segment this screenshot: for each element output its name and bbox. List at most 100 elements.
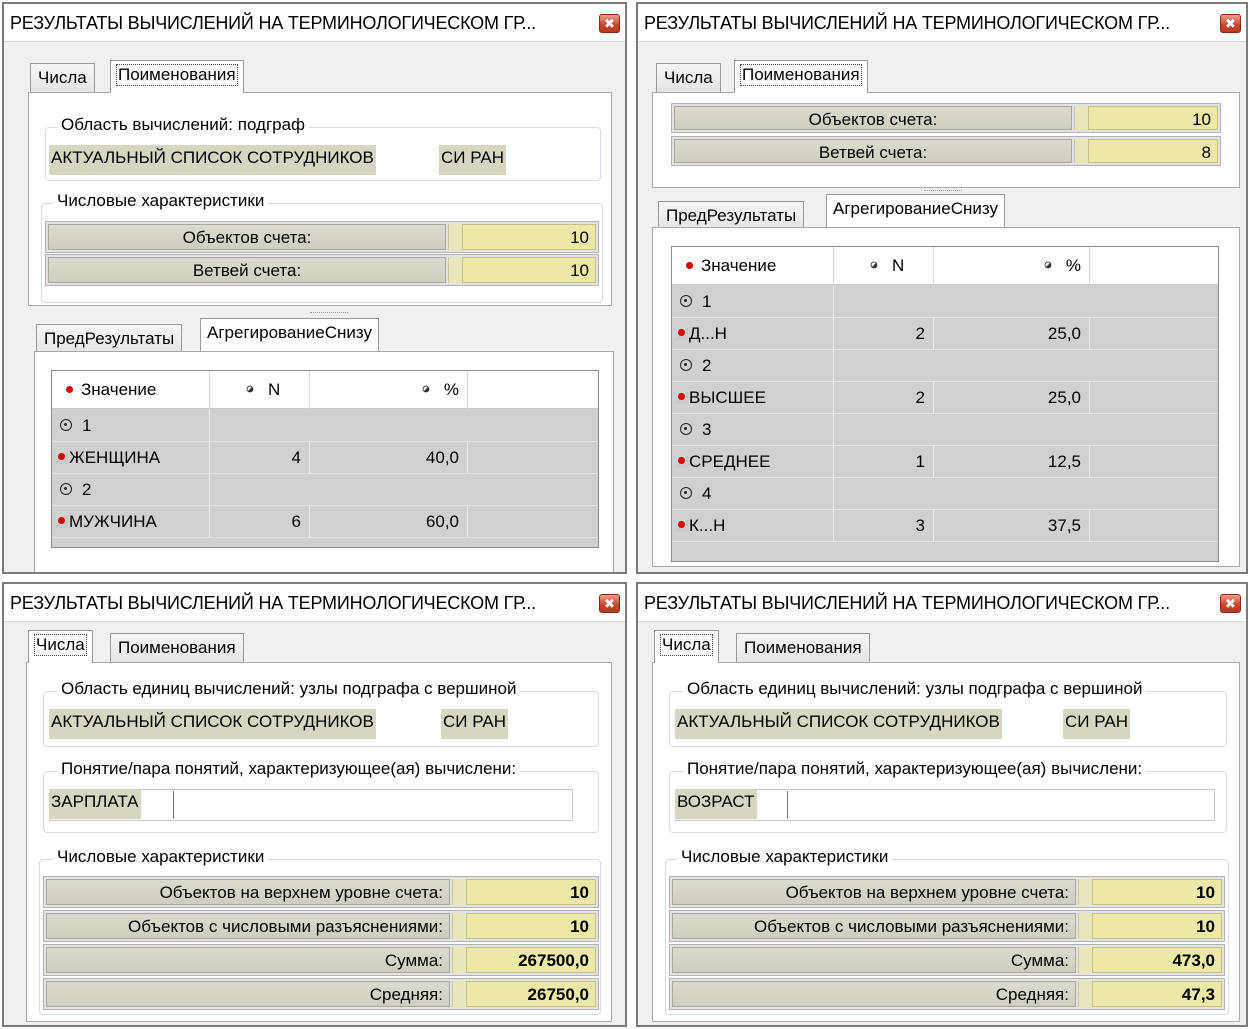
stat-row: Объектов на верхнем уровне счета: 10 [669,876,1225,908]
aggregation-panel: Значение N % 1 ЖЕНЩИНА 4 40,0 2 МУЖЧИНА … [34,351,614,572]
title-bar[interactable]: РЕЗУЛЬТАТЫ ВЫЧИСЛЕНИЙ НА ТЕРМИНОЛОГИЧЕСК… [4,4,625,42]
aggregation-grid[interactable]: Значение N % 1 Д...Н 2 25,0 2 ВЫСШЕЕ 2 2… [671,246,1219,562]
stat-gap [1074,106,1088,130]
col-n-header[interactable]: N [834,247,934,285]
pct-cell: 60,0 [310,506,468,538]
stat-label: Объектов на верхнем уровне счета: [46,879,450,905]
names-panel: Объектов счета: 10 Ветвей счета: 8 [652,92,1240,188]
close-button[interactable]: ✖ [1220,14,1241,33]
tab-numbers[interactable]: Числа [28,630,93,663]
table-row[interactable]: ЖЕНЩИНА 4 40,0 [52,442,598,474]
stat-gap [1078,913,1092,939]
n-cell: 2 [834,382,934,414]
group-row[interactable]: 2 [52,474,598,506]
stat-label: Сумма: [46,947,450,973]
table-row[interactable]: ВЫСШЕЕ 2 25,0 [672,382,1218,414]
tab-names[interactable]: Поименования [736,633,870,663]
numbers-panel: Область единиц вычислений: узлы подграфа… [652,662,1240,1022]
stat-row: Средняя: 26750,0 [43,978,599,1010]
tab-numbers[interactable]: Числа [30,63,95,93]
tab-aggregation[interactable]: АгрегированиеСнизу [200,318,379,351]
stat-label: Средняя: [46,981,450,1007]
stat-row: Средняя: 47,3 [669,978,1225,1010]
item-icon [54,514,68,529]
group-row[interactable]: 3 [672,414,1218,446]
close-icon: ✖ [1225,596,1236,611]
stat-value: 267500,0 [466,947,596,973]
stat-row: Объектов счета: 10 [45,221,599,253]
grid-header: Значение N % [672,247,1218,285]
stat-value: 10 [466,913,596,939]
tab-names[interactable]: Поименования [734,60,868,93]
col-value-header[interactable]: Значение [672,247,834,285]
stat-gap [1078,981,1092,1007]
n-cell: 3 [834,510,934,542]
stat-label: Ветвей счета: [674,139,1072,163]
group-row[interactable]: 4 [672,478,1218,510]
col-pct-header[interactable]: % [310,371,468,409]
group-row[interactable]: 1 [52,410,598,442]
sort-icon [246,385,254,393]
area-name-field: АКТУАЛЬНЫЙ СПИСОК СОТРУДНИКОВ [49,145,376,175]
area-legend: Область вычислений: подграф [57,115,310,135]
stat-label: Средняя: [672,981,1076,1007]
col-n-header[interactable]: N [210,371,310,409]
title-bar[interactable]: РЕЗУЛЬТАТЫ ВЫЧИСЛЕНИЙ НА ТЕРМИНОЛОГИЧЕСК… [638,4,1246,42]
title-bar[interactable]: РЕЗУЛЬТАТЫ ВЫЧИСЛЕНИЙ НА ТЕРМИНОЛОГИЧЕСК… [638,584,1246,622]
tab-names[interactable]: Поименования [110,633,244,663]
table-row[interactable]: Д...Н 2 25,0 [672,318,1218,350]
title-bar[interactable]: РЕЗУЛЬТАТЫ ВЫЧИСЛЕНИЙ НА ТЕРМИНОЛОГИЧЕСК… [4,584,625,622]
marker-icon [66,385,73,393]
group-row[interactable]: 2 [672,350,1218,382]
sort-icon [1044,261,1052,269]
aggregation-grid[interactable]: Значение N % 1 ЖЕНЩИНА 4 40,0 2 МУЖЧИНА … [51,370,599,548]
tab-numbers[interactable]: Числа [654,630,719,663]
stat-value: 47,3 [1092,981,1222,1007]
stats-group [41,203,603,303]
tab-pre-results[interactable]: ПредРезультаты [36,324,183,354]
stat-label: Объектов счета: [674,106,1072,130]
stat-gap [452,981,466,1007]
stat-label: Сумма: [672,947,1076,973]
tab-numbers[interactable]: Числа [656,63,721,93]
stat-label: Объектов с числовыми разъяснениями: [46,913,450,939]
stat-row: Ветвей счета: 8 [671,136,1221,166]
splitter-handle[interactable] [310,312,348,316]
area-org-field: СИ РАН [441,709,509,739]
stat-row: Сумма: 267500,0 [43,944,599,976]
tab-aggregation[interactable]: АгрегированиеСнизу [826,194,1005,227]
stat-value: 26750,0 [466,981,596,1007]
n-cell: 4 [210,442,310,474]
col-value-header[interactable]: Значение [52,371,210,409]
stat-value: 10 [462,224,596,250]
col-pct-header[interactable]: % [934,247,1090,285]
item-icon [674,454,688,469]
table-row[interactable]: МУЖЧИНА 6 60,0 [52,506,598,538]
close-button[interactable]: ✖ [599,594,620,613]
stat-value: 10 [1092,879,1222,905]
n-cell: 2 [834,318,934,350]
group-icon [60,419,72,432]
results-window-gender: РЕЗУЛЬТАТЫ ВЫЧИСЛЕНИЙ НА ТЕРМИНОЛОГИЧЕСК… [2,2,627,574]
close-button[interactable]: ✖ [599,14,620,33]
table-row[interactable]: СРЕДНЕЕ 1 12,5 [672,446,1218,478]
concept-legend: Понятие/пара понятий, характеризующее(ая… [683,759,1147,779]
pct-cell: 25,0 [934,382,1090,414]
sort-icon [422,385,430,393]
numbers-panel: Область единиц вычислений: узлы подграфа… [26,662,612,1022]
item-icon [674,326,688,341]
close-icon: ✖ [604,596,615,611]
area-org-field: СИ РАН [1063,709,1131,739]
stats-legend: Числовые характеристики [53,191,269,211]
close-button[interactable]: ✖ [1220,594,1241,613]
close-icon: ✖ [604,16,615,31]
area-legend: Область единиц вычислений: узлы подграфа… [683,679,1147,699]
stat-gap [1078,879,1092,905]
group-row[interactable]: 1 [672,286,1218,318]
table-row[interactable]: К...Н 3 37,5 [672,510,1218,542]
tab-names[interactable]: Поименования [110,60,244,93]
caret [787,791,788,819]
marker-icon [686,261,693,269]
pct-cell: 12,5 [934,446,1090,478]
concept-value: ВОЗРАСТ [675,789,757,819]
